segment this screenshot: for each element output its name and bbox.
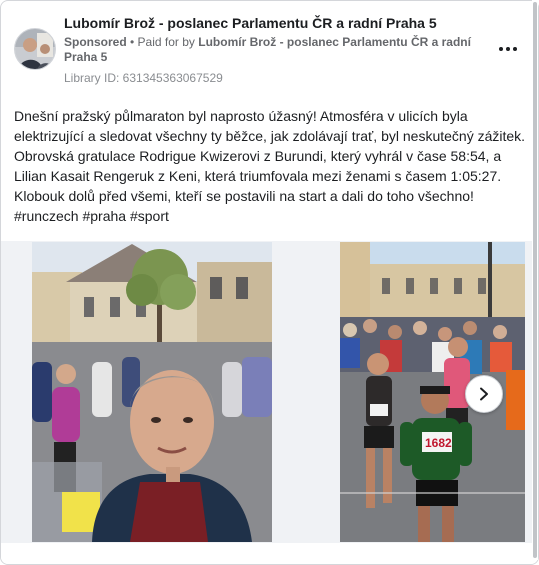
- more-horizontal-icon: [499, 47, 503, 51]
- svg-text:1682: 1682: [425, 436, 452, 450]
- post-text: Dnešní pražský půlmaraton byl naprosto ú…: [14, 106, 529, 226]
- card-footer: [1, 543, 538, 564]
- ad-header: Lubomír Brož - poslanec Parlamentu ČR a …: [1, 1, 538, 93]
- paid-for-prefix: Paid for by: [137, 35, 199, 49]
- library-id: Library ID: 631345363067529: [64, 71, 223, 85]
- image-carousel[interactable]: 1682: [1, 241, 538, 543]
- carousel-slide-1[interactable]: [32, 242, 272, 542]
- scrollbar[interactable]: [532, 0, 538, 560]
- avatar[interactable]: [14, 28, 56, 70]
- chevron-right-icon: [480, 387, 488, 401]
- post-body: Dnešní pražský půlmaraton byl naprosto ú…: [14, 108, 526, 204]
- more-horizontal-icon-dot: [506, 47, 510, 51]
- avatar-image: [15, 29, 55, 69]
- more-options-button[interactable]: [495, 39, 521, 59]
- more-horizontal-icon-dot: [513, 47, 517, 51]
- carousel-next-button[interactable]: [465, 375, 503, 413]
- sponsored-label: Sponsored: [64, 35, 127, 49]
- selfie-with-runners-photo: [32, 242, 272, 542]
- sponsor-line: Sponsored • Paid for by Lubomír Brož - p…: [64, 35, 494, 65]
- ad-card: Lubomír Brož - poslanec Parlamentu ČR a …: [0, 0, 539, 565]
- page-name[interactable]: Lubomír Brož - poslanec Parlamentu ČR a …: [64, 15, 437, 31]
- post-hashtags[interactable]: #runczech #praha #sport: [14, 208, 169, 224]
- separator-dot: •: [126, 35, 138, 49]
